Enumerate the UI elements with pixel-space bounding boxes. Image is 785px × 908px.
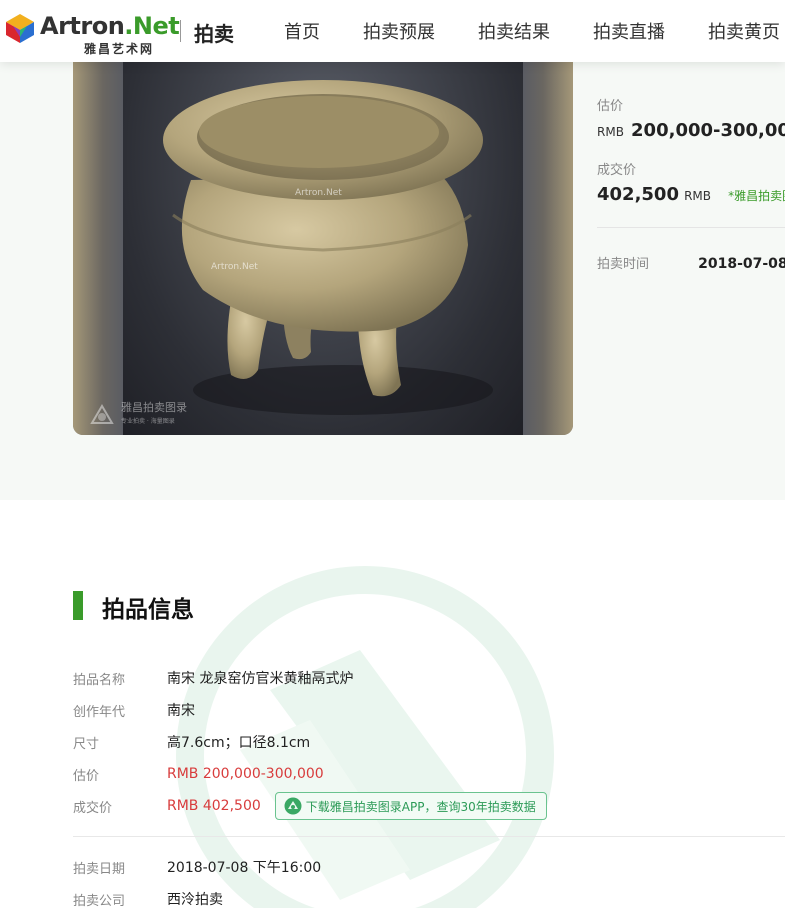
page: Artron.Net Artron.Net 雅昌拍卖图录 专业拍卖 · 海量图录… bbox=[0, 0, 785, 908]
info-title-accent bbox=[73, 591, 83, 620]
lot-name-value: 南宋 龙泉窑仿官米黄釉鬲式炉 bbox=[167, 671, 354, 687]
auction-time-label: 拍卖时间 bbox=[597, 257, 650, 272]
lot-photo[interactable]: Artron.Net Artron.Net 雅昌拍卖图录 专业拍卖 · 海量图录 bbox=[73, 40, 573, 435]
nav-results[interactable]: 拍卖结果 bbox=[478, 18, 550, 44]
photo-next-peek bbox=[523, 40, 573, 435]
section-name[interactable]: 拍卖 bbox=[194, 18, 234, 47]
info-divider bbox=[73, 836, 785, 837]
photo-watermark-2: Artron.Net bbox=[211, 262, 258, 272]
photo-watermark-1: Artron.Net bbox=[295, 188, 342, 198]
watermark-logo-icon bbox=[90, 404, 114, 424]
info-key: 拍卖日期 bbox=[73, 861, 126, 877]
header-divider bbox=[180, 20, 181, 42]
main-nav: 首页 拍卖预展 拍卖结果 拍卖直播 拍卖黄页 bbox=[284, 18, 785, 44]
estimate-row: RMB 200,000-300,000 bbox=[597, 120, 785, 141]
lot-info-table: 拍品名称 南宋 龙泉窑仿官米黄釉鬲式炉 创作年代 南宋 尺寸 高7.6cm；口径… bbox=[73, 662, 785, 908]
watermark-sub-text: 专业拍卖 · 海量图录 bbox=[121, 418, 175, 425]
censer-image bbox=[163, 80, 493, 415]
info-row-deal: 成交价 RMB 402,500 下载雅昌拍卖图录APP，查询30年拍卖数据 bbox=[73, 790, 785, 822]
photo-main: Artron.Net Artron.Net bbox=[123, 40, 523, 435]
download-app-button[interactable]: 下载雅昌拍卖图录APP，查询30年拍卖数据 bbox=[274, 792, 547, 820]
logo-cube-icon bbox=[6, 14, 34, 43]
nav-live[interactable]: 拍卖直播 bbox=[593, 18, 665, 44]
period-value: 南宋 bbox=[167, 703, 195, 719]
info-row-date: 拍卖日期 2018-07-08 下午16:00 bbox=[73, 851, 785, 883]
auction-company-value[interactable]: 西泠拍卖 bbox=[167, 889, 223, 908]
auction-time-row: 拍卖时间 2018-07-08 bbox=[597, 253, 785, 272]
info-key: 拍品名称 bbox=[73, 672, 126, 688]
size-value: 高7.6cm；口径8.1cm bbox=[167, 735, 311, 751]
artron-logo[interactable]: Artron.Net 雅昌艺术网 bbox=[4, 8, 180, 56]
info-row-name: 拍品名称 南宋 龙泉窑仿官米黄釉鬲式炉 bbox=[73, 662, 785, 694]
estimate-value: 200,000-300,000 bbox=[631, 120, 785, 141]
info-key: 尺寸 bbox=[73, 736, 100, 752]
deal-note-link[interactable]: *雅昌拍卖图 bbox=[728, 189, 785, 203]
info-section-title: 拍品信息 bbox=[102, 597, 194, 623]
logo-artron-text: Artron bbox=[40, 12, 125, 40]
deal-row: 402,500 RMB *雅昌拍卖图 bbox=[597, 184, 785, 205]
nav-home[interactable]: 首页 bbox=[284, 18, 320, 44]
logo-wordmark: Artron.Net bbox=[40, 12, 180, 40]
info-row-period: 创作年代 南宋 bbox=[73, 694, 785, 726]
info-row-estimate: 估价 RMB 200,000-300,000 bbox=[73, 758, 785, 790]
app-promo-text: 下载雅昌拍卖图录APP，查询30年拍卖数据 bbox=[305, 799, 536, 814]
info-key: 拍卖公司 bbox=[73, 893, 126, 908]
nav-yellow-pages[interactable]: 拍卖黄页 bbox=[708, 18, 780, 44]
deal-currency: RMB bbox=[684, 189, 712, 203]
nav-preview[interactable]: 拍卖预展 bbox=[363, 18, 435, 44]
info-key: 成交价 bbox=[73, 800, 113, 816]
info-key: 创作年代 bbox=[73, 704, 126, 720]
auction-time-value: 2018-07-08 bbox=[698, 256, 785, 272]
deal-value: 402,500 bbox=[597, 184, 679, 205]
auction-date-value: 2018-07-08 下午16:00 bbox=[167, 860, 322, 876]
lot-top-area: Artron.Net Artron.Net 雅昌拍卖图录 专业拍卖 · 海量图录… bbox=[0, 0, 785, 500]
price-divider bbox=[597, 227, 785, 228]
deal-label: 成交价 bbox=[597, 163, 637, 178]
estimate-currency: RMB bbox=[597, 125, 624, 139]
logo-net-text: .Net bbox=[124, 12, 180, 40]
logo-subtitle: 雅昌艺术网 bbox=[84, 42, 155, 56]
photo-watermark-brand: 雅昌拍卖图录 专业拍卖 · 海量图录 bbox=[121, 399, 187, 425]
site-header: Artron.Net 雅昌艺术网 拍卖 首页 拍卖预展 拍卖结果 拍卖直播 拍卖… bbox=[0, 0, 785, 62]
info-row-company: 拍卖公司 西泠拍卖 bbox=[73, 883, 785, 908]
photo-prev-peek bbox=[73, 40, 123, 435]
info-row-size: 尺寸 高7.6cm；口径8.1cm bbox=[73, 726, 785, 758]
estimate-info-value: RMB 200,000-300,000 bbox=[167, 766, 324, 782]
price-panel: 估价 RMB 200,000-300,000 成交价 402,500 RMB *… bbox=[597, 95, 785, 272]
deal-info-value: RMB 402,500 bbox=[167, 798, 261, 814]
estimate-label: 估价 bbox=[597, 99, 624, 114]
info-key: 估价 bbox=[73, 768, 100, 784]
app-logo-icon bbox=[284, 797, 302, 815]
watermark-brand-text: 雅昌拍卖图录 bbox=[121, 401, 187, 414]
